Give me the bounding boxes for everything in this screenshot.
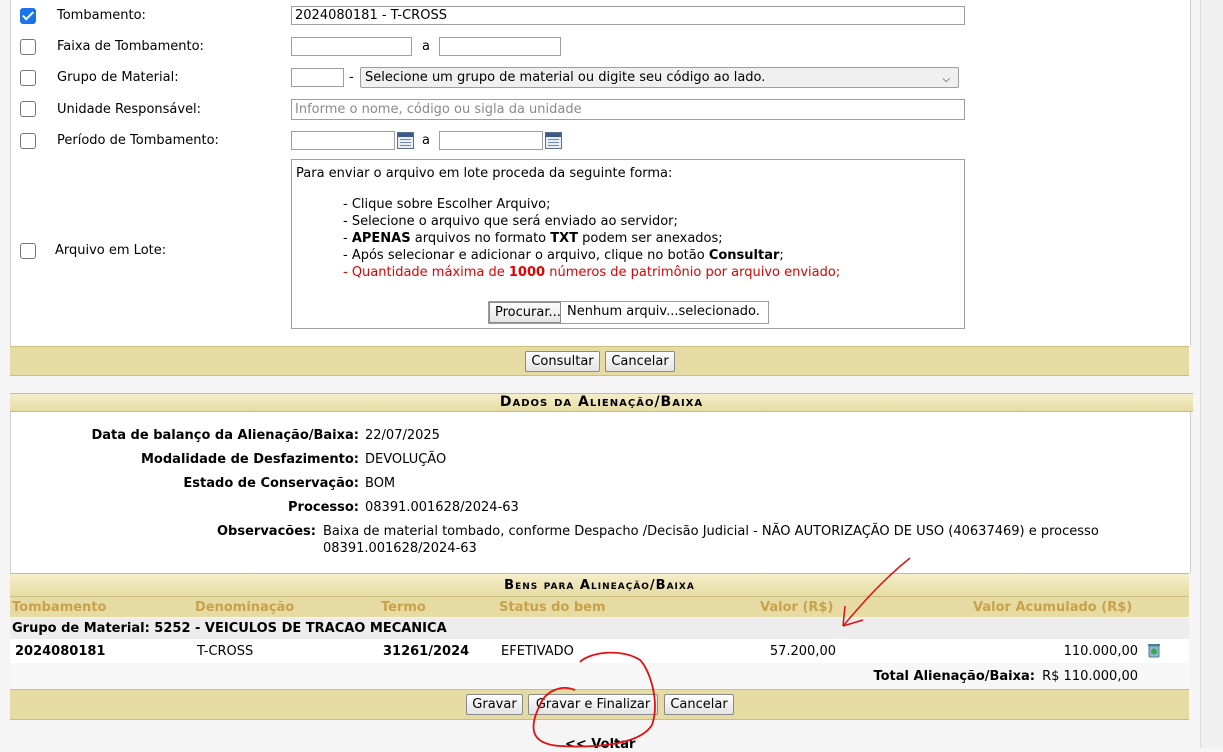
annotation-circle xyxy=(532,651,656,748)
